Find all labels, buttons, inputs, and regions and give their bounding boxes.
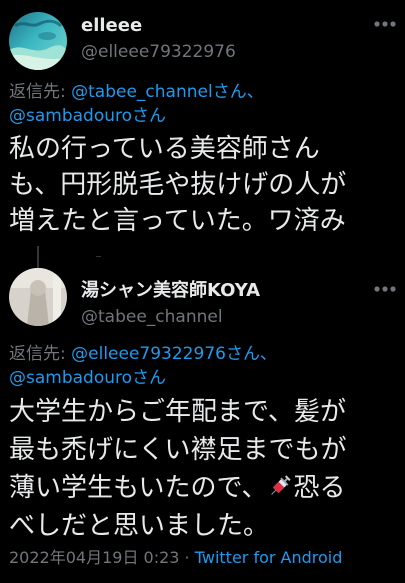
tweet-text-line: も、円形脱毛や抜けげの人が — [9, 170, 347, 200]
mention-suffix: さん — [132, 368, 167, 388]
tweet-metadata: 2022年04月19日 0:23 · Twitter for Android — [9, 548, 342, 568]
mention-link[interactable]: @sambadouro — [9, 368, 132, 388]
display-name[interactable]: elleee — [81, 14, 142, 38]
reply-prefix: 返信先: — [9, 344, 72, 364]
tweet-text-segment: 薄い学生もいたので、 — [9, 473, 268, 503]
tweet-text-line: 大学生からご年配まで、髪が — [9, 397, 346, 427]
tweet-text-line: 薄い学生もいたので、 恐る — [9, 469, 346, 507]
display-name[interactable]: 湯シャン美容師KOYA — [81, 279, 260, 303]
user-handle[interactable]: @elleee79322976 — [81, 41, 236, 63]
mention-link[interactable]: @tabee_channel — [71, 82, 213, 102]
tweet-text: 私の行っている美容師さん も、円形脱毛や抜けげの人が 増えたと言っていた。ワ済み — [9, 131, 346, 239]
mention-suffix: さん、 — [212, 82, 264, 102]
reply-prefix: 返信先: — [9, 82, 72, 102]
thread-connector — [37, 246, 39, 268]
avatar-koya[interactable] — [9, 268, 67, 326]
tweet-text-line: 最も禿げにくい襟足までもが — [9, 435, 347, 465]
user-handle[interactable]: @tabee_channel — [81, 306, 223, 328]
tweet-text-line: 私の行っている美容師さん — [9, 134, 320, 164]
more-icon[interactable] — [373, 285, 397, 293]
mention-suffix: さん、 — [225, 344, 277, 364]
source-link[interactable]: Twitter for Android — [195, 548, 343, 567]
meta-separator: · — [179, 548, 195, 567]
tweet-text-line: べしだと思いました。 — [9, 511, 270, 541]
reply-context: 返信先: @elleee79322976さん、 @sambadouroさん — [9, 342, 399, 390]
mention-suffix: さん — [132, 106, 167, 126]
syringe-emoji — [271, 475, 292, 495]
timestamp-link[interactable]: 2022年04月19日 0:23 — [9, 548, 179, 567]
tweet-text-segment: 恐る — [293, 473, 346, 503]
thread-tick — [96, 256, 101, 257]
more-icon[interactable] — [373, 20, 397, 28]
avatar-elleee[interactable] — [9, 12, 67, 70]
tweet-text-line: 増えたと言っていた。ワ済み — [9, 206, 346, 236]
tweet-text: 大学生からご年配まで、髪が 最も禿げにくい襟足までもが 薄い学生もいたので、 恐… — [9, 393, 346, 545]
mention-link[interactable]: @sambadouro — [9, 106, 132, 126]
reply-context: 返信先: @tabee_channelさん、 @sambadouroさん — [9, 80, 399, 128]
mention-link[interactable]: @elleee79322976 — [71, 344, 226, 364]
